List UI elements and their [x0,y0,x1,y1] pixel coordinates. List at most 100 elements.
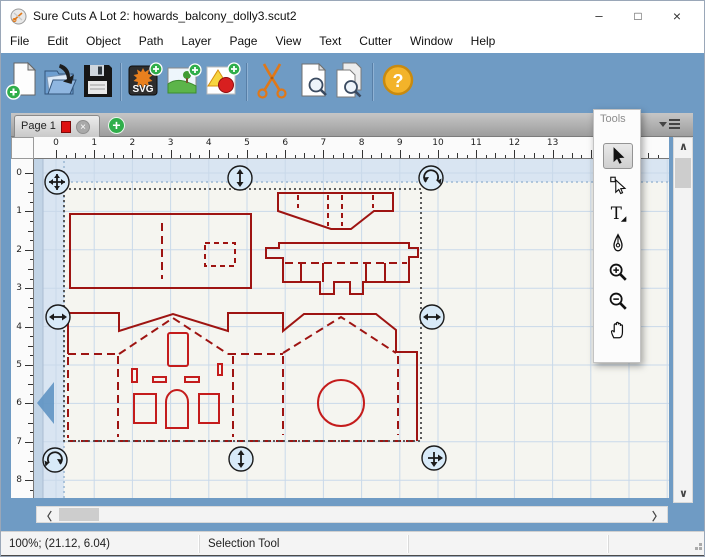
v-ruler-label: 8 [12,475,22,485]
h-ruler-label: 0 [53,138,59,148]
page-tab-bar: Page 1 × + [11,113,693,137]
handle-resize-left[interactable] [46,305,70,329]
menu-item-edit[interactable]: Edit [38,31,77,53]
horizontal-scrollbar[interactable]: 〈 〉 [36,506,668,523]
tool-zoom-out[interactable] [603,288,633,314]
minimize-button[interactable]: – [584,5,614,27]
save-project-button[interactable] [80,61,116,101]
help-icon-glyph: ? [393,71,404,91]
new-document-button[interactable] [5,61,41,101]
v-ruler-label: 3 [12,283,22,293]
handle-resize-bottom-right[interactable] [422,446,446,470]
menu-item-window[interactable]: Window [401,31,462,53]
maximize-button[interactable]: □ [623,5,653,27]
resize-grip[interactable] [699,547,702,550]
v-ruler-label: 1 [12,206,22,216]
status-bar: 100%; (21.12, 6.04) Selection Tool [1,531,705,557]
horizontal-ruler: 012345678910111213 [34,137,669,159]
scroll-left-icon[interactable]: 〈 [41,508,52,524]
zoom-coordinates-status: 100%; (21.12, 6.04) [9,538,110,550]
tool-type[interactable]: T [603,201,633,227]
scroll-down-icon[interactable]: ∨ [679,487,688,500]
mat-page [43,159,669,498]
page-color-swatch[interactable] [61,121,71,133]
import-image-button[interactable] [166,61,202,101]
v-ruler-label: 5 [12,360,22,370]
app-logo-icon [10,8,27,25]
window-title: Sure Cuts A Lot 2: howards_balcony_dolly… [33,9,297,23]
menu-item-layer[interactable]: Layer [172,31,220,53]
tools-palette: Tools T [593,109,641,363]
handle-resize-top[interactable] [228,166,252,190]
toolbar-separator [120,63,121,101]
help-button[interactable]: ? [381,61,417,101]
menu-item-help[interactable]: Help [462,31,505,53]
v-ruler-label: 2 [12,245,22,255]
design-canvas[interactable] [34,159,669,498]
scroll-up-icon[interactable]: ∧ [679,140,688,153]
menu-item-view[interactable]: View [266,31,310,53]
scroll-right-icon[interactable]: 〉 [652,508,663,524]
close-button[interactable]: × [662,5,692,27]
tab-bar-menu-icon[interactable] [659,116,681,133]
ruler-corner [11,137,34,159]
toolbar-separator [372,63,373,101]
menu-item-object[interactable]: Object [77,31,130,53]
menu-bar: FileEditObjectPathLayerPageViewTextCutte… [1,31,705,53]
vertical-ruler: 0 1 2 3 4 5 6 7 8 [11,159,34,498]
title-bar: Sure Cuts A Lot 2: howards_balcony_dolly… [1,1,705,31]
h-ruler-label: 6 [282,138,288,148]
tool-selection[interactable] [603,143,633,169]
h-ruler-label: 13 [547,138,558,148]
close-page-icon[interactable]: × [76,120,90,134]
v-ruler-label: 4 [12,322,22,332]
h-ruler-label: 11 [470,138,481,148]
h-ruler-label: 4 [206,138,212,148]
menu-item-path[interactable]: Path [130,31,173,53]
tool-pen[interactable] [603,230,633,256]
tool-direct-selection[interactable] [603,172,633,198]
h-ruler-label: 12 [509,138,520,148]
menu-item-file[interactable]: File [1,31,38,53]
h-ruler-label: 1 [91,138,97,148]
toolbar: SVG ? [1,53,705,113]
svg-text:T: T [611,204,622,223]
h-ruler-label: 7 [321,138,327,148]
h-ruler-label: 3 [168,138,174,148]
menu-item-page[interactable]: Page [220,31,266,53]
horizontal-scrollbar-thumb[interactable] [59,508,99,521]
tab-page-1[interactable]: Page 1 × [14,115,100,137]
handle-resize-right[interactable] [420,305,444,329]
handle-rotate-top-right[interactable] [419,166,443,190]
h-ruler-label: 5 [244,138,250,148]
tools-palette-title: Tools [600,113,626,125]
h-ruler-label: 9 [397,138,403,148]
tool-zoom-in[interactable] [603,259,633,285]
menu-item-text[interactable]: Text [310,31,350,53]
import-shapes-button[interactable] [205,61,241,101]
handle-move-top-left[interactable] [45,170,69,194]
app-window: Sure Cuts A Lot 2: howards_balcony_dolly… [0,0,705,557]
handle-resize-bottom[interactable] [229,447,253,471]
handle-rotate-bottom-left[interactable] [43,448,67,472]
vertical-scrollbar-thumb[interactable] [675,158,691,188]
svg-icon-label: SVG [132,84,153,95]
active-tool-status: Selection Tool [208,538,279,550]
menu-item-cutter[interactable]: Cutter [350,31,401,53]
vertical-scrollbar[interactable]: ∧ ∨ [673,137,693,503]
h-ruler-label: 8 [359,138,365,148]
h-ruler-label: 10 [432,138,443,148]
page-tab-label: Page 1 [21,120,56,132]
v-ruler-label: 7 [12,437,22,447]
print-preview-button[interactable] [332,61,368,101]
v-ruler-label: 0 [12,168,22,178]
v-ruler-label: 6 [12,398,22,408]
open-project-button[interactable] [43,61,79,101]
toolbar-separator [246,63,247,101]
add-page-button[interactable]: + [108,117,125,134]
tool-hand[interactable] [603,317,633,343]
import-svg-button[interactable]: SVG [127,61,163,101]
preview-button[interactable] [296,61,332,101]
cut-with-cutter-button[interactable] [255,61,291,101]
h-ruler-label: 2 [130,138,136,148]
